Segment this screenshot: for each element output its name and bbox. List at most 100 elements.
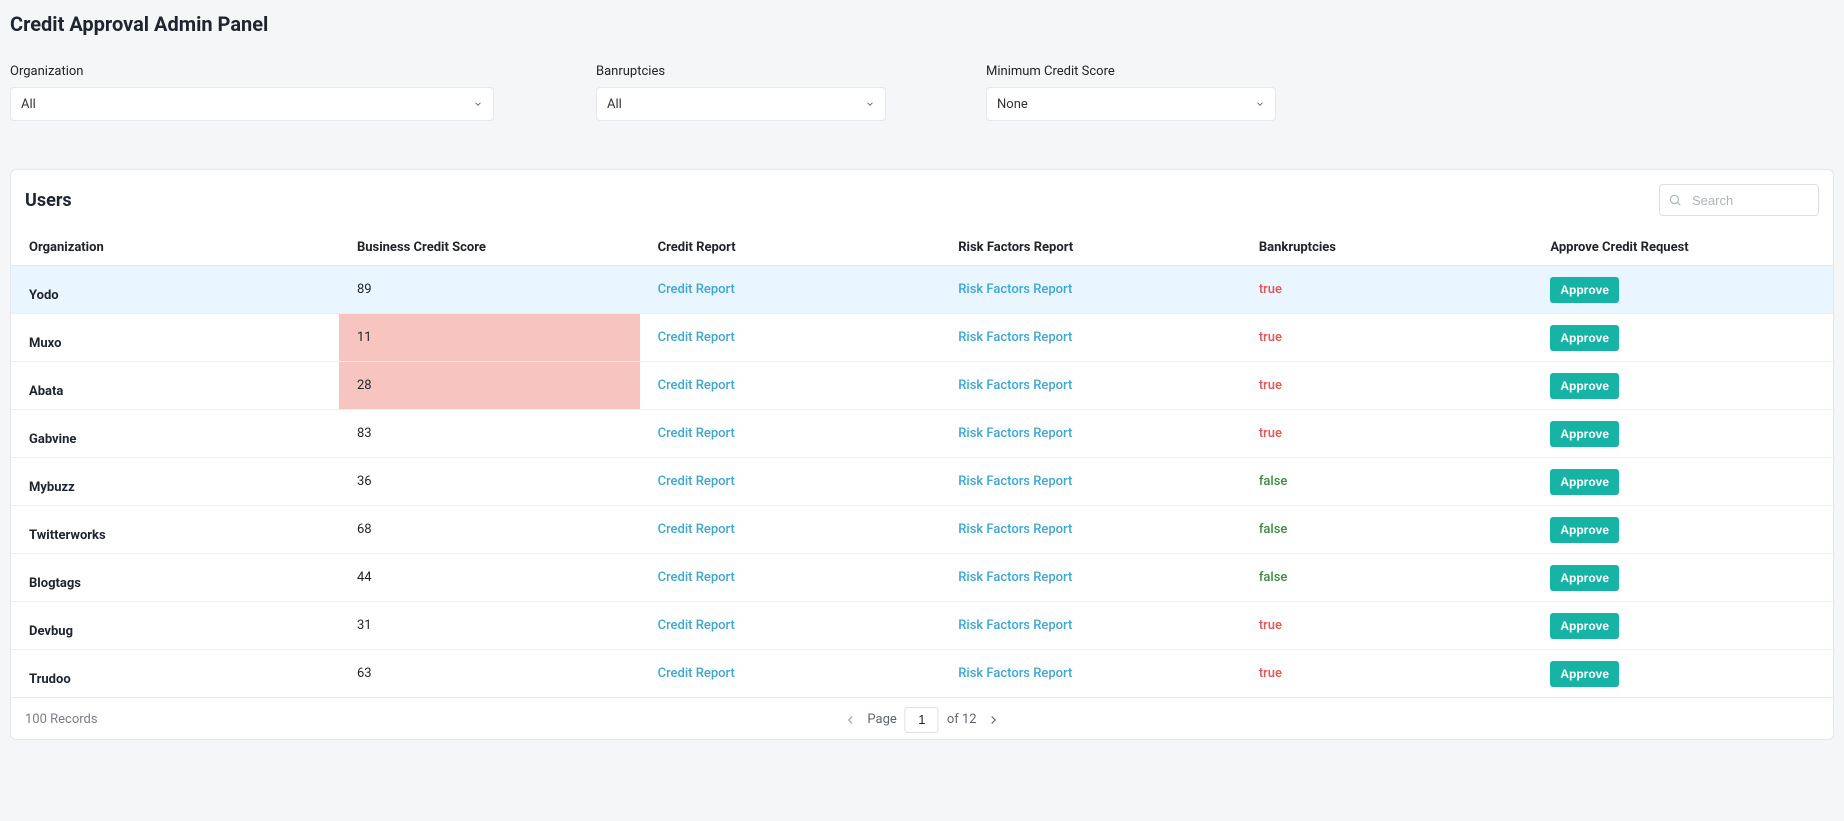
cell-bankruptcies: true [1241, 314, 1533, 362]
cell-approve: Approve [1532, 650, 1833, 698]
risk-report-link[interactable]: Risk Factors Report [958, 618, 1072, 633]
cell-risk-report: Risk Factors Report [940, 506, 1241, 554]
cell-credit-report: Credit Report [640, 266, 941, 314]
search-input[interactable] [1690, 192, 1810, 209]
chevron-left-icon [843, 713, 857, 727]
cell-score: 68 [339, 506, 640, 554]
credit-report-link[interactable]: Credit Report [658, 426, 735, 441]
credit-report-link[interactable]: Credit Report [658, 570, 735, 585]
cell-bankruptcies: true [1241, 410, 1533, 458]
risk-report-link[interactable]: Risk Factors Report [958, 282, 1072, 297]
risk-report-link[interactable]: Risk Factors Report [958, 522, 1072, 537]
chevron-down-icon [1255, 99, 1265, 109]
risk-report-link[interactable]: Risk Factors Report [958, 666, 1072, 681]
cell-bankruptcies: true [1241, 602, 1533, 650]
col-score[interactable]: Business Credit Score [339, 230, 640, 266]
cell-credit-report: Credit Report [640, 458, 941, 506]
bankruptcies-filter-label: Banruptcies [596, 64, 986, 79]
cell-bankruptcies: true [1241, 266, 1533, 314]
cell-score: 44 [339, 554, 640, 602]
credit-report-link[interactable]: Credit Report [658, 330, 735, 345]
cell-approve: Approve [1532, 266, 1833, 314]
bankruptcies-select-value: All [607, 97, 622, 112]
table-row[interactable]: Twitterworks68 Credit Report Risk Factors … [11, 506, 1833, 554]
approve-button[interactable]: Approve [1550, 421, 1619, 447]
cell-score: 31 [339, 602, 640, 650]
cell-organization: Trudoo [11, 650, 339, 698]
table-row[interactable]: Abata28Credit ReportRisk Factors Reportt… [11, 362, 1833, 410]
cell-credit-report: Credit Report [640, 650, 941, 698]
table-row[interactable]: Blogtags44Credit ReportRisk Factors Repo… [11, 554, 1833, 602]
bankruptcies-select[interactable]: All [596, 87, 886, 121]
cell-score: 36 [339, 458, 640, 506]
cell-bankruptcies: false [1241, 554, 1533, 602]
approve-button[interactable]: Approve [1550, 613, 1619, 639]
credit-report-link[interactable]: Credit Report [658, 378, 735, 393]
credit-report-link[interactable]: Credit Report [658, 474, 735, 489]
cell-organization: Abata [11, 362, 339, 410]
cell-risk-report: Risk Factors Report [940, 362, 1241, 410]
credit-report-link[interactable]: Credit Report [658, 618, 735, 633]
cell-score: 28 [339, 362, 640, 410]
cell-approve: Approve [1532, 506, 1833, 554]
chevron-right-icon [987, 713, 1001, 727]
approve-button[interactable]: Approve [1550, 325, 1619, 351]
credit-report-link[interactable]: Credit Report [658, 666, 735, 681]
table-row[interactable]: Trudoo63 Credit Report Risk Factors Report… [11, 650, 1833, 698]
approve-button[interactable]: Approve [1550, 373, 1619, 399]
pager-of-label: of 12 [947, 712, 977, 727]
cell-organization: Gabvine [11, 410, 339, 458]
risk-report-link[interactable]: Risk Factors Report [958, 378, 1072, 393]
risk-report-link[interactable]: Risk Factors Report [958, 330, 1072, 345]
table-row[interactable]: Devbug31Credit ReportRisk Factors Report… [11, 602, 1833, 650]
organization-select[interactable]: All [10, 87, 494, 121]
credit-report-link[interactable]: Credit Report [658, 282, 735, 297]
organization-select-value: All [21, 97, 36, 112]
table-row[interactable]: Muxo11 Credit Report Risk Factors Report tr… [11, 314, 1833, 362]
filters-row: Organization All Banruptcies All Minimum… [10, 64, 1834, 121]
table-row[interactable]: Gabvine83 Credit Report Risk Factors Repor… [11, 410, 1833, 458]
min-credit-select-value: None [997, 97, 1028, 112]
cell-risk-report: Risk Factors Report [940, 602, 1241, 650]
chevron-down-icon [865, 99, 875, 109]
pager-page-input[interactable] [905, 707, 939, 733]
cell-bankruptcies: true [1241, 650, 1533, 698]
cell-credit-report: Credit Report [640, 410, 941, 458]
col-credit-report[interactable]: Credit Report [640, 230, 941, 266]
search-icon [1668, 193, 1682, 207]
cell-credit-report: Credit Report [640, 554, 941, 602]
min-credit-select[interactable]: None [986, 87, 1276, 121]
credit-report-link[interactable]: Credit Report [658, 522, 735, 537]
cell-credit-report: Credit Report [640, 314, 941, 362]
cell-organization: Muxo [11, 314, 339, 362]
risk-report-link[interactable]: Risk Factors Report [958, 426, 1072, 441]
cell-risk-report: Risk Factors Report [940, 554, 1241, 602]
cell-credit-report: Credit Report [640, 602, 941, 650]
risk-report-link[interactable]: Risk Factors Report [958, 570, 1072, 585]
col-organization[interactable]: Organization [11, 230, 339, 266]
cell-score: 63 [339, 650, 640, 698]
pager: Page of 12 [841, 707, 1002, 733]
users-table: Organization Business Credit Score Credi… [11, 230, 1833, 698]
approve-button[interactable]: Approve [1550, 517, 1619, 543]
approve-button[interactable]: Approve [1550, 565, 1619, 591]
pager-next[interactable] [985, 711, 1003, 729]
pager-prev[interactable] [841, 711, 859, 729]
risk-report-link[interactable]: Risk Factors Report [958, 474, 1072, 489]
col-risk-report[interactable]: Risk Factors Report [940, 230, 1241, 266]
table-row[interactable]: Mybuzz36Credit ReportRisk Factors Report… [11, 458, 1833, 506]
approve-button[interactable]: Approve [1550, 661, 1619, 687]
cell-organization: Yodo [11, 266, 339, 314]
table-row[interactable]: Yodo89Credit ReportRisk Factors Reporttr… [11, 266, 1833, 314]
users-panel: Users Organization Business Credit Score… [10, 169, 1834, 740]
approve-button[interactable]: Approve [1550, 469, 1619, 495]
col-approve[interactable]: Approve Credit Request [1532, 230, 1833, 266]
cell-score: 11 [339, 314, 640, 362]
cell-risk-report: Risk Factors Report [940, 650, 1241, 698]
col-bankruptcies[interactable]: Bankruptcies [1241, 230, 1533, 266]
cell-risk-report: Risk Factors Report [940, 410, 1241, 458]
cell-organization: Twitterworks [11, 506, 339, 554]
cell-score: 83 [339, 410, 640, 458]
search-wrap [1659, 184, 1819, 216]
approve-button[interactable]: Approve [1550, 277, 1619, 303]
